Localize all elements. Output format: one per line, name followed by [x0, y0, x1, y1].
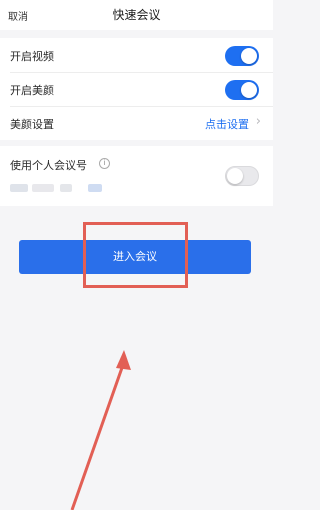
- quick-meeting-page: 取消 快速会议 开启视频 开启美颜 美颜设置 点击设置 › 使用个人会议号 i: [0, 0, 273, 510]
- annotation-arrow-shaft: [70, 361, 126, 510]
- annotation-arrow: [70, 350, 131, 510]
- annotation-arrow-head: [116, 350, 131, 370]
